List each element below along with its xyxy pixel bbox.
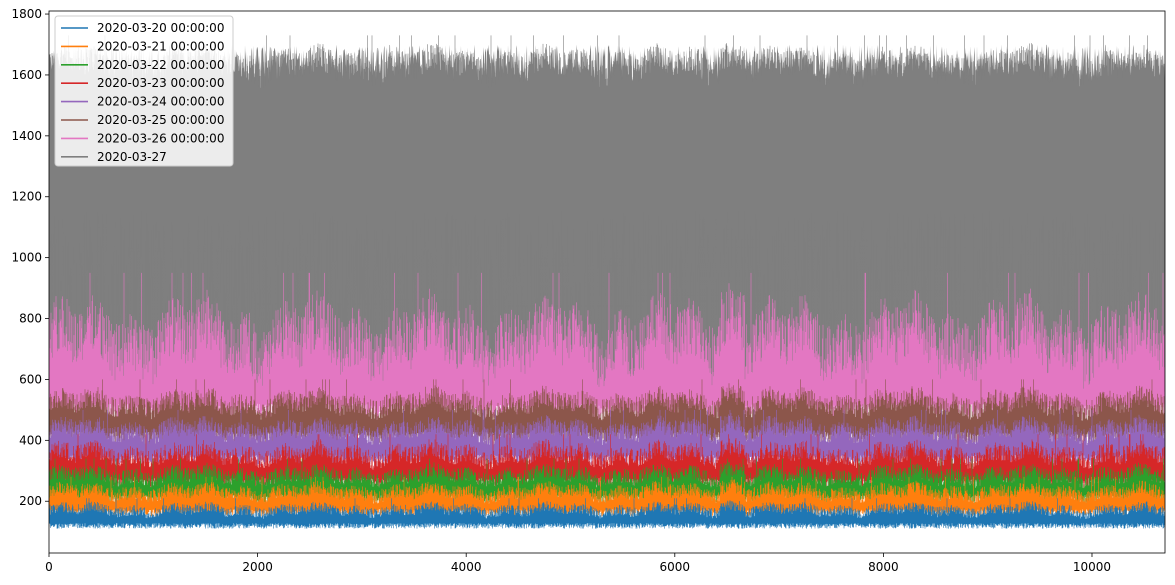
legend-label-3: 2020-03-23 00:00:00: [97, 76, 224, 90]
x-tick-label-4: 8000: [868, 560, 899, 574]
legend-label-7: 2020-03-27: [97, 150, 167, 164]
legend: 2020-03-20 00:00:00 2020-03-21 00:00:00 20…: [54, 15, 234, 167]
y-tick-label-6: 1400: [11, 129, 42, 143]
chart-container: 0 2000 4000 6000 8000 10000 200 400 600 800 1000 12…: [0, 0, 1175, 585]
y-tick-label-5: 1200: [11, 190, 42, 204]
x-tick-label-2: 4000: [451, 560, 482, 574]
legend-label-4: 2020-03-24 00:00:00: [97, 95, 224, 109]
y-tick-label-7: 1600: [11, 68, 42, 82]
line-chart: 0 2000 4000 6000 8000 10000 200 400 600 800 1000 12…: [11, 7, 1166, 574]
y-tick-label-8: 1800: [11, 7, 42, 21]
legend-label-5: 2020-03-25 00:00:00: [97, 113, 224, 127]
x-tick-label-3: 6000: [660, 560, 691, 574]
y-tick-label-1: 400: [19, 433, 42, 447]
x-tick-label-5: 10000: [1073, 560, 1111, 574]
x-tick-label-0: 0: [45, 560, 53, 574]
legend-label-2: 2020-03-22 00:00:00: [97, 58, 224, 72]
legend-label-0: 2020-03-20 00:00:00: [97, 21, 224, 35]
y-tick-label-3: 800: [19, 312, 42, 326]
y-tick-label-0: 200: [19, 494, 42, 508]
x-tick-label-1: 2000: [242, 560, 273, 574]
y-tick-label-4: 1000: [11, 251, 42, 265]
y-tick-label-2: 600: [19, 372, 42, 386]
legend-label-6: 2020-03-26 00:00:00: [97, 131, 224, 145]
legend-label-1: 2020-03-21 00:00:00: [97, 39, 224, 53]
